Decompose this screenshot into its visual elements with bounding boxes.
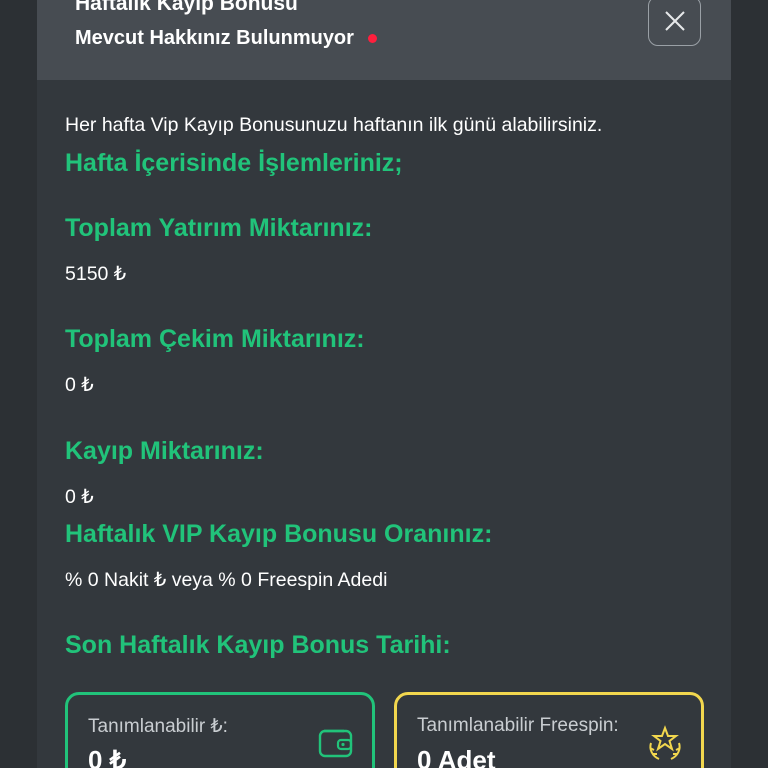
loss-value: 0 ₺ bbox=[65, 486, 94, 508]
close-icon bbox=[664, 11, 685, 31]
total-deposit-value: 5150 ₺ bbox=[65, 263, 127, 285]
status-text: Mevcut Hakkınız Bulunmuyor bbox=[75, 27, 354, 49]
star-laurel-icon bbox=[649, 725, 681, 760]
bonus-rate-label: Haftalık VIP Kayıp Bonusu Oranınız: bbox=[65, 520, 493, 548]
loss-label: Kayıp Miktarınız: bbox=[65, 437, 264, 465]
modal-title: Haftalık Kayıp Bonusu bbox=[75, 0, 298, 15]
cash-bonus-label: Tanımlanabilir ₺: bbox=[88, 716, 228, 737]
total-withdrawal-label: Toplam Çekim Miktarınız: bbox=[65, 325, 365, 353]
freespin-bonus-card: Tanımlanabilir Freespin: 0 Adet bbox=[394, 692, 704, 768]
bonus-modal: Haftalık Kayıp Bonusu Mevcut Hakkınız Bu… bbox=[37, 0, 731, 768]
status-dot bbox=[367, 34, 377, 43]
cash-bonus-card: Tanımlanabilir ₺: 0 ₺ bbox=[65, 692, 375, 768]
transactions-heading: Hafta İçerisinde İşlemleriniz; bbox=[65, 149, 403, 177]
cash-bonus-value: 0 ₺ bbox=[88, 745, 127, 768]
last-bonus-date-label: Son Haftalık Kayıp Bonus Tarihi: bbox=[65, 631, 451, 659]
intro-text: Her hafta Vip Kayıp Bonusunuzu haftanın … bbox=[65, 114, 603, 136]
total-withdrawal-value: 0 ₺ bbox=[65, 374, 94, 396]
freespin-bonus-label: Tanımlanabilir Freespin: bbox=[417, 715, 619, 736]
total-deposit-label: Toplam Yatırım Miktarınız: bbox=[65, 214, 373, 242]
modal-header: Haftalık Kayıp Bonusu Mevcut Hakkınız Bu… bbox=[37, 0, 731, 80]
bonus-rate-value: % 0 Nakit ₺ veya % 0 Freespin Adedi bbox=[65, 569, 388, 591]
close-button[interactable] bbox=[648, 0, 701, 46]
wallet-icon bbox=[318, 729, 353, 758]
status-line: Mevcut Hakkınız Bulunmuyor bbox=[75, 27, 377, 50]
freespin-bonus-value: 0 Adet bbox=[417, 745, 496, 768]
